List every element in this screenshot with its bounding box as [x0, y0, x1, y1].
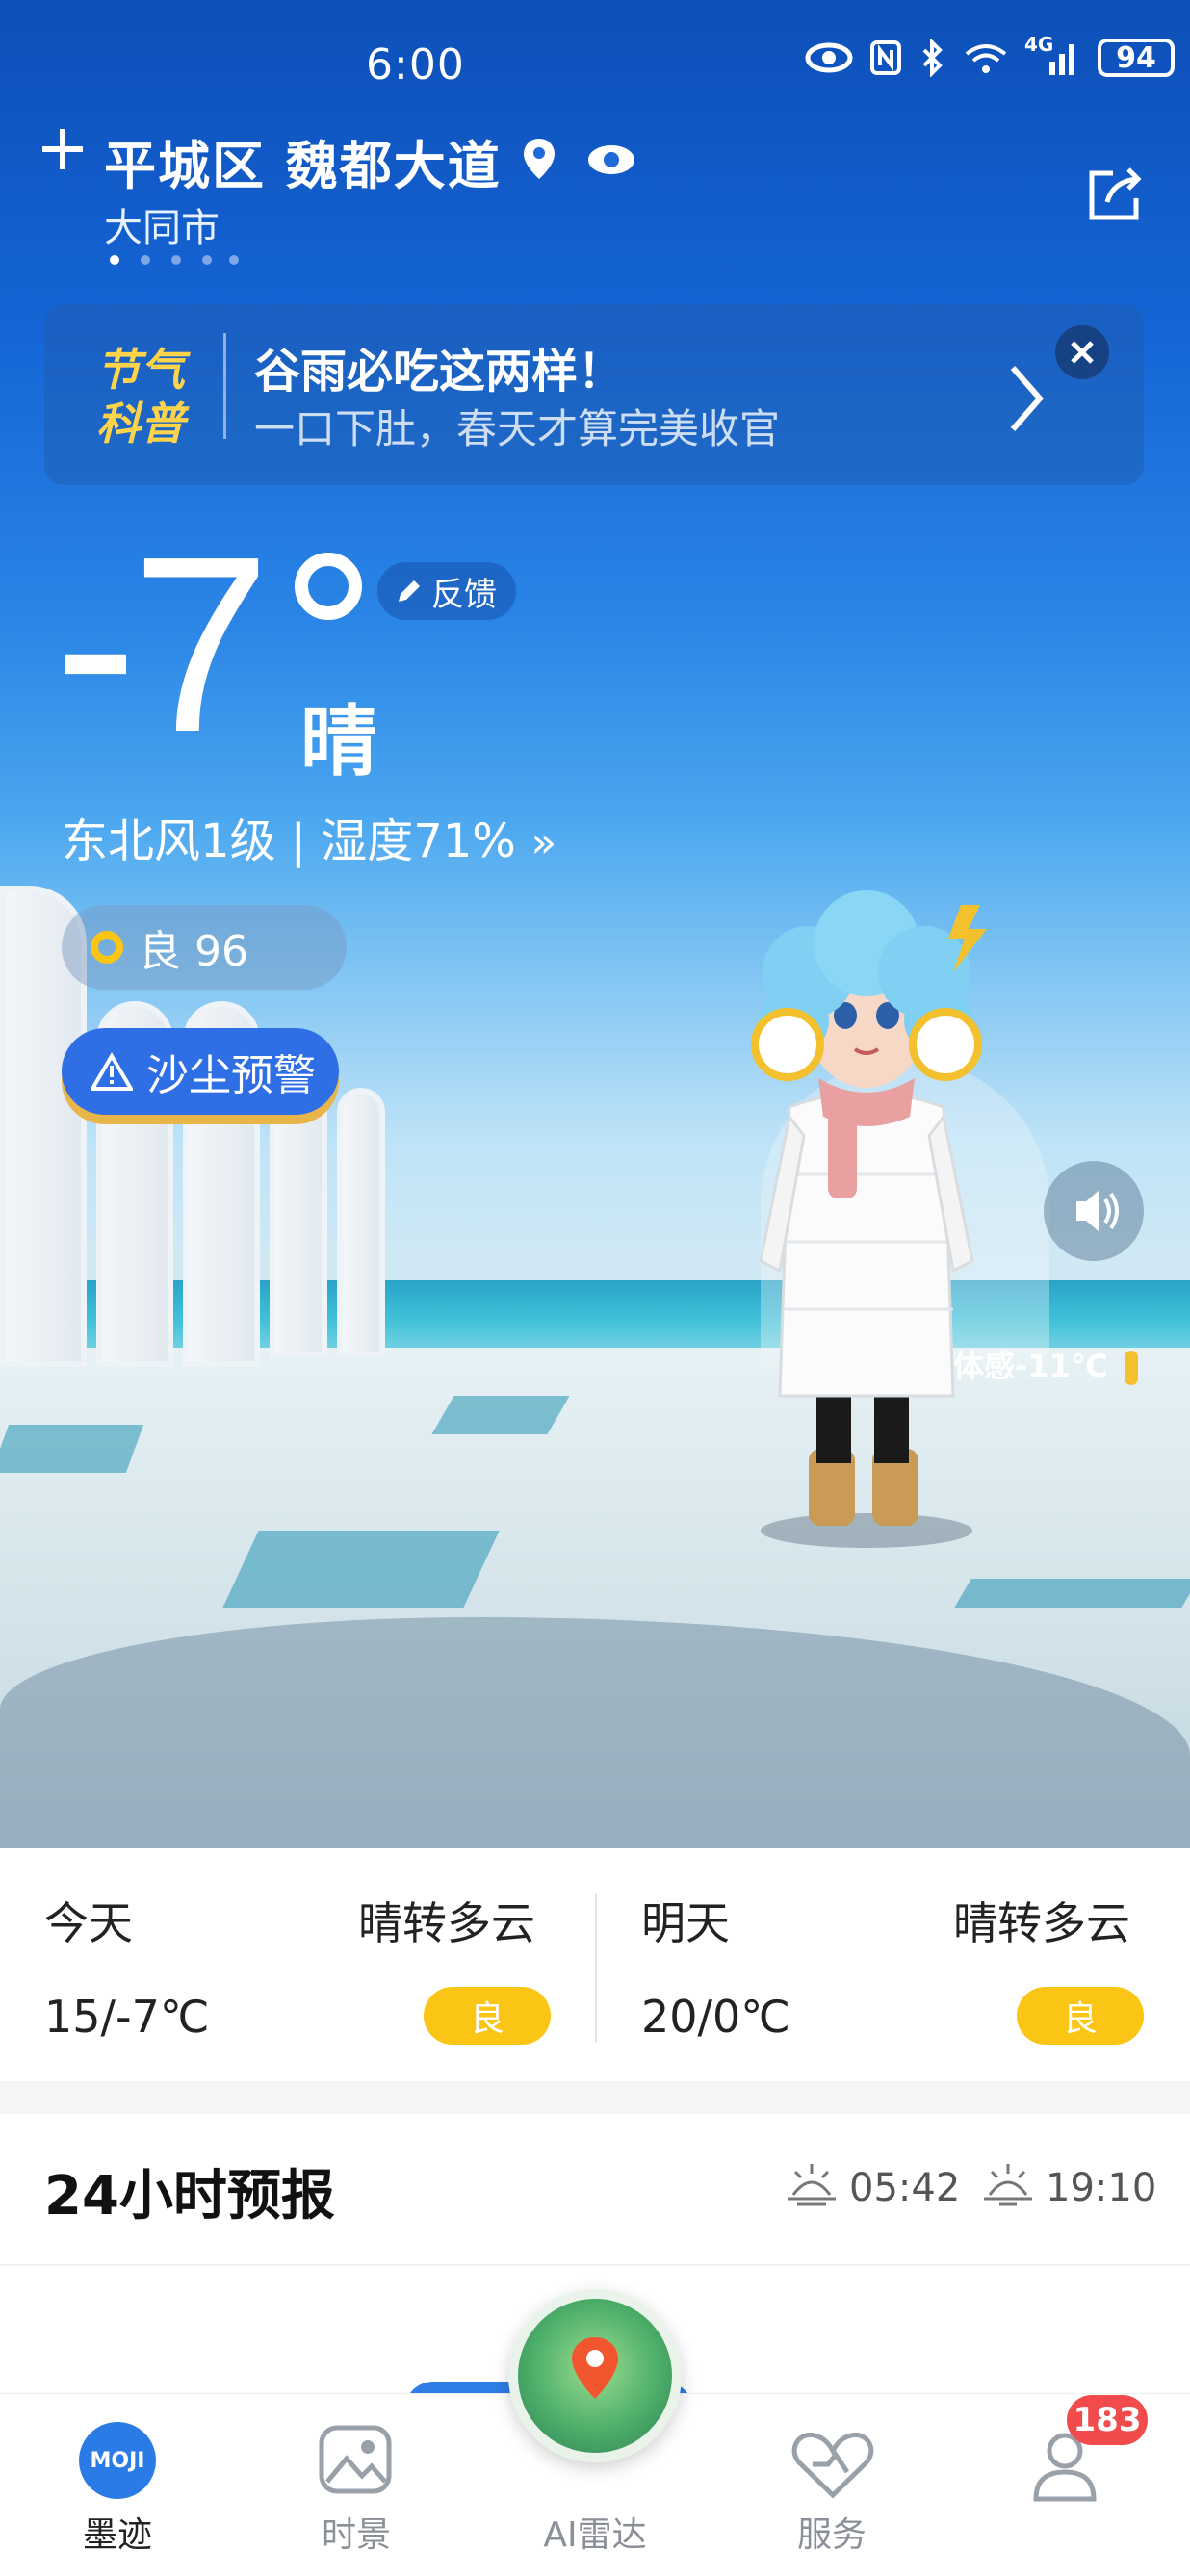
feels-like-text: 体感-11℃ [953, 1348, 1108, 1384]
floor-tile [954, 1579, 1190, 1608]
heart-service-icon[interactable] [789, 2428, 876, 2501]
photo-icon[interactable] [318, 2422, 393, 2497]
add-city-icon[interactable] [39, 125, 87, 173]
moji-logo-icon[interactable]: MOJI [79, 2422, 156, 2499]
nfc-icon [870, 40, 901, 75]
day-temps-today: 15/-7℃ [44, 1991, 210, 2043]
page-dot [141, 255, 150, 265]
wind-humidity-link[interactable]: 东北风1级 | 湿度71% » [62, 803, 556, 870]
banner-subtitle: 一口下肚，春天才算完美收官 [254, 405, 781, 452]
day-temps-tomorrow: 20/0℃ [641, 1991, 790, 2043]
tab-scenes[interactable]: 时景 [260, 2507, 453, 2557]
location-title[interactable]: 平城区 魏都大道 [104, 123, 502, 199]
banner-divider [223, 333, 226, 439]
location-pin-icon [524, 139, 555, 179]
tab-ai-radar[interactable]: AI雷达 [499, 2507, 691, 2557]
aqi-pill[interactable]: 良 96 [62, 905, 347, 990]
speaker-icon [1076, 1190, 1119, 1232]
sunrise-time: 05:42 [849, 2166, 961, 2210]
page-dot [171, 255, 181, 265]
alert-label: 沙尘预警 [146, 1051, 316, 1100]
page-dot [229, 255, 239, 265]
banner-logo-line2: 科普 [96, 398, 185, 450]
moji-logo-text: MOJI [90, 2448, 145, 2473]
eye-icon [805, 42, 853, 73]
thermometer-icon [1124, 1351, 1138, 1385]
watch-eye-icon[interactable] [585, 141, 637, 179]
share-icon[interactable] [1084, 164, 1146, 225]
warning-icon [91, 1052, 133, 1091]
feedback-label: 反馈 [431, 575, 497, 614]
day-name-today[interactable]: 今天 [44, 1889, 133, 1952]
tab-services[interactable]: 服务 [736, 2507, 928, 2557]
feels-like: 体感-11℃ [953, 1342, 1138, 1386]
aqi-ring-icon [91, 931, 123, 964]
sunset-icon [984, 2164, 1032, 2206]
current-temperature: -7 [54, 505, 271, 785]
day-condition-tomorrow: 晴转多云 [953, 1897, 1130, 1949]
battery-level: 94 [1116, 40, 1156, 75]
aqi-label: 良 96 [139, 927, 248, 976]
degree-symbol [295, 553, 362, 620]
feedback-button[interactable]: 反馈 [377, 562, 516, 620]
day-divider [595, 1893, 597, 2043]
close-icon[interactable] [1053, 323, 1111, 381]
floor-tile [222, 1531, 500, 1608]
wifi-icon [965, 44, 1007, 73]
battery-icon: 94 [1098, 39, 1175, 77]
floor-tile [431, 1396, 570, 1434]
weather-hero: 6:00 4G 94 平城区 魏都大道 大同市 节气 科普 谷雨必吃这两样！ 一… [0, 0, 1190, 1848]
double-chevron-icon: » [530, 818, 557, 867]
sandstorm-alert-button[interactable]: 沙尘预警 [62, 1028, 339, 1115]
map-pin-icon [572, 2337, 618, 2399]
status-icons: 4G 94 [805, 33, 1175, 77]
edit-icon [399, 580, 420, 602]
arch-pillar [337, 1088, 385, 1357]
ai-radar-button[interactable] [508, 2289, 682, 2462]
notification-badge: 183 [1067, 2395, 1148, 2445]
bluetooth-icon [922, 39, 943, 77]
hourly-title: 24小时预报 [44, 2165, 335, 2228]
sunset-time: 19:10 [1046, 2166, 1157, 2210]
cellular-icon: 4G [1024, 33, 1082, 77]
day-condition-today: 晴转多云 [358, 1897, 535, 1949]
hourly-divider [0, 2264, 1190, 2266]
aqi-badge-today: 良 [424, 1987, 551, 2045]
floor-tile [0, 1425, 144, 1473]
sound-button[interactable] [1044, 1161, 1144, 1261]
tab-moji[interactable]: 墨迹 [21, 2507, 214, 2557]
page-dot-active [110, 255, 119, 265]
chevron-right-icon[interactable] [1007, 362, 1046, 435]
status-time: 6:00 [366, 40, 465, 90]
page-dot [202, 255, 212, 265]
sunrise-icon [788, 2164, 836, 2206]
aqi-badge-tomorrow: 良 [1017, 1987, 1144, 2045]
banner-title: 谷雨必吃这两样！ [254, 345, 625, 399]
weather-character [751, 890, 987, 1548]
wind-humidity-text: 东北风1级 | 湿度71% [62, 814, 516, 868]
current-condition: 晴 [300, 697, 377, 786]
location-subtitle: 大同市 [104, 206, 220, 250]
day-name-tomorrow[interactable]: 明天 [641, 1889, 730, 1952]
